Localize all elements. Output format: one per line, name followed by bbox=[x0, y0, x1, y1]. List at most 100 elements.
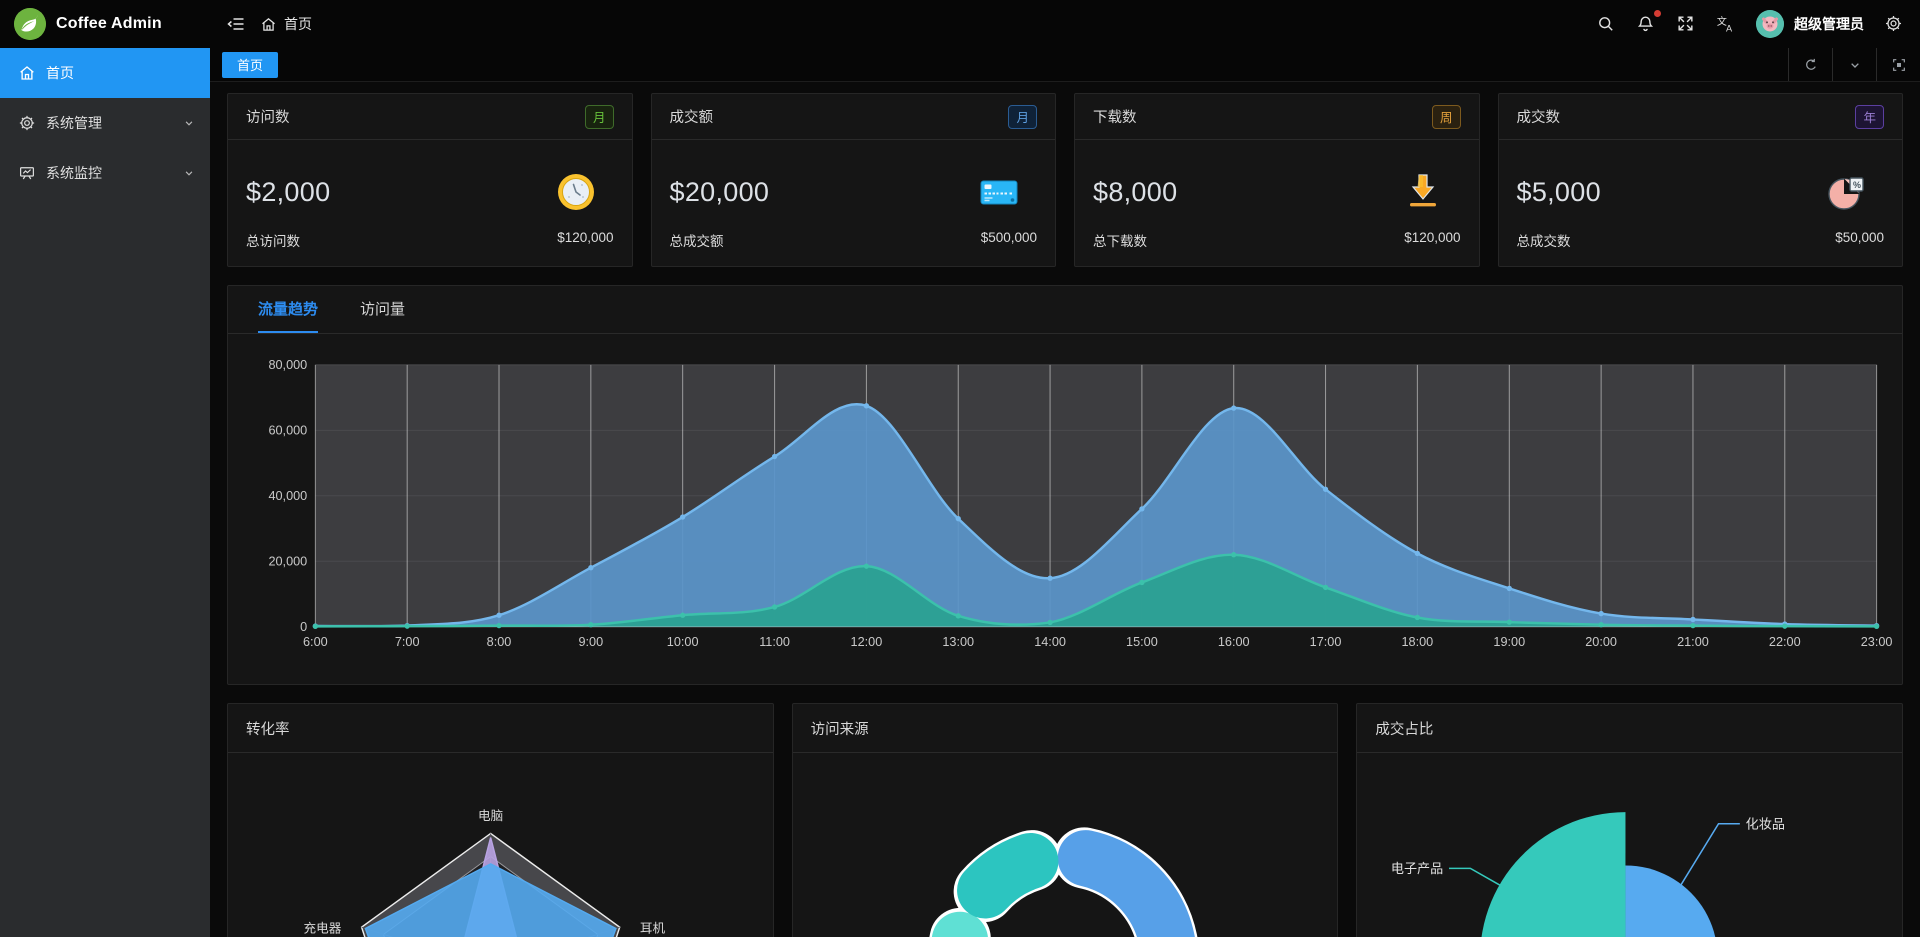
svg-text:充电器: 充电器 bbox=[304, 920, 342, 935]
svg-text:耳机: 耳机 bbox=[640, 921, 666, 935]
sidebar-item-system-management[interactable]: 系统管理 bbox=[0, 98, 210, 148]
refresh-icon[interactable] bbox=[1788, 48, 1832, 81]
maximize-icon[interactable] bbox=[1876, 48, 1920, 81]
svg-text:8:00: 8:00 bbox=[487, 634, 512, 649]
deal-share-card: 成交占比 电子产品 化妆品 bbox=[1356, 703, 1903, 937]
svg-text:7:00: 7:00 bbox=[395, 634, 420, 649]
svg-text:16:00: 16:00 bbox=[1218, 634, 1250, 649]
traffic-trend-card: 流量趋势 访问量 020,00040,00060,00080,0006:007:… bbox=[227, 285, 1903, 685]
stat-card-visits: 访问数 月 $2,000 bbox=[227, 93, 633, 267]
stat-card-title: 成交数 bbox=[1517, 106, 1561, 127]
breadcrumb-label: 首页 bbox=[284, 14, 312, 34]
home-icon bbox=[260, 16, 277, 33]
period-badge: 月 bbox=[585, 105, 614, 129]
download-icon bbox=[1403, 172, 1443, 212]
svg-text:60,000: 60,000 bbox=[268, 422, 307, 437]
coffee-admin-logo-icon bbox=[14, 8, 46, 40]
stat-footer-label: 总成交额 bbox=[670, 230, 724, 250]
credit-card-icon bbox=[979, 172, 1019, 212]
svg-text:12:00: 12:00 bbox=[851, 634, 883, 649]
tab-visit-volume[interactable]: 访问量 bbox=[360, 286, 405, 333]
breadcrumb[interactable]: 首页 bbox=[260, 14, 312, 34]
svg-text:40,000: 40,000 bbox=[268, 487, 307, 502]
stat-footer-label: 总成交数 bbox=[1517, 230, 1571, 250]
translate-icon[interactable]: 文 A bbox=[1716, 14, 1736, 34]
topbar: 首页 bbox=[210, 0, 1920, 48]
sidebar-item-home[interactable]: 首页 bbox=[0, 48, 210, 98]
svg-text:13:00: 13:00 bbox=[942, 634, 974, 649]
card-title: 转化率 bbox=[246, 718, 290, 739]
conversion-radar-chart[interactable]: 电脑耳机 充电器 bbox=[228, 753, 773, 937]
app-title: Coffee Admin bbox=[56, 15, 162, 33]
sidebar-item-label: 系统监控 bbox=[46, 163, 172, 183]
stat-card-downloads: 下载数 周 $8,000 bbox=[1074, 93, 1480, 267]
trend-tabs: 流量趋势 访问量 bbox=[228, 286, 1902, 334]
deal-share-rose-chart[interactable]: 电子产品 化妆品 bbox=[1357, 753, 1902, 937]
clock-icon bbox=[556, 172, 596, 212]
svg-text:0: 0 bbox=[300, 618, 307, 633]
stat-card-title: 下载数 bbox=[1093, 106, 1137, 127]
stat-card-title: 成交额 bbox=[670, 106, 714, 127]
svg-text:20:00: 20:00 bbox=[1585, 634, 1617, 649]
content: 访问数 月 $2,000 bbox=[210, 82, 1920, 937]
stat-footer-label: 总访问数 bbox=[246, 230, 300, 250]
sidebar: Coffee Admin 首页 系统管理 bbox=[0, 0, 210, 937]
stat-value: $20,000 bbox=[670, 177, 770, 208]
svg-text:15:00: 15:00 bbox=[1126, 634, 1158, 649]
svg-text:23:00: 23:00 bbox=[1861, 634, 1893, 649]
stat-footer-label: 总下载数 bbox=[1093, 230, 1147, 250]
search-icon[interactable] bbox=[1596, 14, 1616, 34]
traffic-trend-chart[interactable]: 020,00040,00060,00080,0006:007:008:009:0… bbox=[228, 334, 1902, 684]
stat-footer-value: $120,000 bbox=[1404, 230, 1460, 250]
visit-source-card: 访问来源 bbox=[792, 703, 1339, 937]
stat-value: $2,000 bbox=[246, 177, 330, 208]
svg-text:电脑: 电脑 bbox=[478, 809, 503, 823]
stat-footer-value: $500,000 bbox=[981, 230, 1037, 250]
svg-text:A: A bbox=[1726, 24, 1733, 34]
gear-icon bbox=[18, 114, 36, 132]
app-root: Coffee Admin 首页 系统管理 bbox=[0, 0, 1920, 937]
sidebar-item-label: 系统管理 bbox=[46, 113, 172, 133]
monitor-icon bbox=[18, 164, 36, 182]
svg-text:18:00: 18:00 bbox=[1402, 634, 1434, 649]
period-badge: 年 bbox=[1855, 105, 1884, 129]
fullscreen-icon[interactable] bbox=[1676, 14, 1696, 34]
tab-home[interactable]: 首页 bbox=[222, 52, 278, 78]
avatar[interactable] bbox=[1756, 10, 1784, 38]
logo: Coffee Admin bbox=[0, 0, 210, 48]
main-area: 首页 bbox=[210, 0, 1920, 937]
user-name[interactable]: 超级管理员 bbox=[1794, 14, 1864, 34]
svg-text:11:00: 11:00 bbox=[759, 634, 790, 649]
card-title: 成交占比 bbox=[1375, 718, 1433, 739]
stat-value: $8,000 bbox=[1093, 177, 1177, 208]
period-badge: 月 bbox=[1008, 105, 1037, 129]
svg-text:%: % bbox=[1853, 180, 1861, 190]
stats-row: 访问数 月 $2,000 bbox=[227, 93, 1903, 267]
svg-text:6:00: 6:00 bbox=[303, 634, 328, 649]
bell-icon bbox=[1636, 14, 1656, 34]
tab-traffic-trend[interactable]: 流量趋势 bbox=[258, 286, 318, 333]
gear-icon[interactable] bbox=[1884, 14, 1904, 34]
svg-text:化妆品: 化妆品 bbox=[1746, 817, 1785, 832]
svg-text:10:00: 10:00 bbox=[667, 634, 699, 649]
chevron-down-icon[interactable] bbox=[1832, 48, 1876, 81]
visit-source-donut-chart[interactable] bbox=[793, 753, 1338, 937]
svg-text:电子产品: 电子产品 bbox=[1391, 861, 1443, 876]
bottom-row: 转化率 电脑耳机 充电器 访问来源 成交占比 电子产品 化妆品 bbox=[227, 703, 1903, 937]
stat-card-turnover: 成交额 月 $20,000 bbox=[651, 93, 1057, 267]
stat-card-deals: 成交数 年 $5,000 bbox=[1498, 93, 1904, 267]
svg-text:22:00: 22:00 bbox=[1769, 634, 1801, 649]
sidebar-item-system-monitor[interactable]: 系统监控 bbox=[0, 148, 210, 198]
svg-text:21:00: 21:00 bbox=[1677, 634, 1709, 649]
svg-text:20,000: 20,000 bbox=[268, 553, 307, 568]
stat-footer-value: $50,000 bbox=[1835, 230, 1884, 250]
svg-text:14:00: 14:00 bbox=[1034, 634, 1066, 649]
pie-percent-icon: % bbox=[1826, 172, 1866, 212]
period-badge: 周 bbox=[1432, 105, 1461, 129]
notifications-button[interactable] bbox=[1636, 14, 1656, 34]
home-icon bbox=[18, 64, 36, 82]
sidebar-item-label: 首页 bbox=[46, 63, 196, 83]
chevron-down-icon bbox=[182, 116, 196, 130]
collapse-menu-icon[interactable] bbox=[226, 14, 246, 34]
tabbar: 首页 bbox=[210, 48, 1920, 82]
